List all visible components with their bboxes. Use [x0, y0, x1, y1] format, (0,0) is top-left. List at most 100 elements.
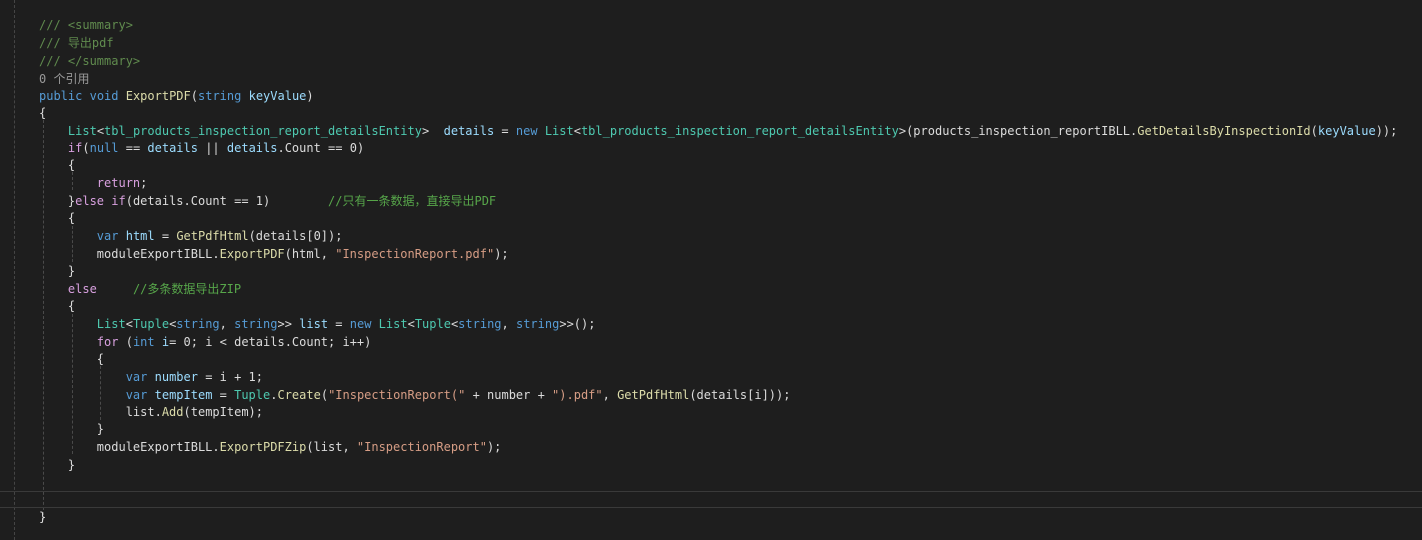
- code-line-text: return;: [39, 174, 148, 192]
- code-line[interactable]: {: [0, 104, 1422, 122]
- code-editor[interactable]: /// <summary> /// 导出pdf /// </summary> 0 个引…: [0, 0, 1422, 540]
- code-token: ;: [140, 176, 148, 190]
- code-token: var: [125, 388, 148, 402]
- code-token: "InspectionReport(": [328, 388, 466, 402]
- code-token: Tuple: [414, 317, 451, 331]
- code-line[interactable]: }: [0, 508, 1422, 526]
- code-token: else: [67, 282, 97, 296]
- code-token: Add: [161, 405, 184, 419]
- code-token: =: [328, 317, 350, 331]
- code-line[interactable]: }: [0, 456, 1422, 474]
- code-token: //多条数据导出ZIP: [132, 282, 242, 296]
- code-token: new: [515, 124, 538, 138]
- code-line-text: {: [39, 156, 75, 174]
- code-line[interactable]: moduleExportIBLL.ExportPDFZip(list, "Ins…: [0, 438, 1422, 456]
- code-line[interactable]: list.Add(tempItem);: [0, 403, 1422, 421]
- code-line[interactable]: var html = GetPdfHtml(details[0]);: [0, 227, 1422, 245]
- code-token: + number +: [465, 388, 553, 402]
- code-token: if: [111, 194, 126, 208]
- code-token: tbl_products_inspection_report_detailsEn…: [104, 124, 422, 138]
- code-line-text: {: [39, 104, 46, 122]
- code-token: if: [67, 141, 83, 155]
- code-token: void: [89, 89, 119, 103]
- code-token: );: [486, 440, 502, 454]
- code-token: Tuple: [234, 388, 271, 402]
- code-token: ));: [1375, 124, 1398, 138]
- code-token: (: [190, 89, 198, 103]
- code-line-text: {: [39, 209, 75, 227]
- code-token: GetPdfHtml: [176, 229, 249, 243]
- code-line[interactable]: /// 导出pdf: [0, 34, 1422, 52]
- code-token: }: [39, 458, 76, 472]
- code-line[interactable]: {: [0, 350, 1422, 368]
- code-token: (details[i]));: [689, 388, 791, 402]
- code-line[interactable]: List<Tuple<string, string>> list = new L…: [0, 315, 1422, 333]
- code-line-text: {: [39, 350, 104, 368]
- code-line-text: }: [39, 456, 75, 474]
- code-line[interactable]: return;: [0, 174, 1422, 192]
- code-line[interactable]: /// <summary>: [0, 16, 1422, 34]
- code-token: <: [573, 124, 581, 138]
- code-token: list: [299, 317, 329, 331]
- code-token: GetPdfHtml: [617, 388, 690, 402]
- code-line-text: /// </summary>: [39, 52, 140, 70]
- code-line[interactable]: {: [0, 297, 1422, 315]
- code-token: Tuple: [132, 317, 170, 331]
- code-token: (: [82, 141, 90, 155]
- code-line-text: list.Add(tempItem);: [39, 403, 263, 421]
- code-token: details: [226, 141, 278, 155]
- code-token: {: [39, 352, 105, 366]
- code-token: <: [125, 317, 133, 331]
- code-line[interactable]: [0, 475, 1422, 493]
- code-token: html: [125, 229, 155, 243]
- code-line[interactable]: moduleExportIBLL.ExportPDF(html, "Inspec…: [0, 245, 1422, 263]
- code-line[interactable]: }: [0, 262, 1422, 280]
- code-line[interactable]: List<tbl_products_inspection_report_deta…: [0, 122, 1422, 140]
- code-token: }: [39, 510, 47, 524]
- code-line-text: }else if(details.Count == 1) //只有一条数据，直接…: [39, 192, 496, 210]
- code-line[interactable]: for (int i= 0; i < details.Count; i++): [0, 333, 1422, 351]
- code-line[interactable]: 0 个引用: [0, 70, 1422, 88]
- code-line[interactable]: }: [0, 420, 1422, 438]
- code-token: null: [89, 141, 119, 155]
- code-line-text: var number = i + 1;: [39, 368, 263, 386]
- code-token: details: [443, 124, 495, 138]
- code-token: tbl_products_inspection_report_detailsEn…: [580, 124, 899, 138]
- code-token: <: [96, 124, 105, 138]
- code-token: >>();: [559, 317, 596, 331]
- code-line[interactable]: public void ExportPDF(string keyValue): [0, 87, 1422, 105]
- code-line-text: var html = GetPdfHtml(details[0]);: [39, 227, 343, 245]
- code-token: ,: [602, 388, 618, 402]
- code-line[interactable]: var tempItem = Tuple.Create("InspectionR…: [0, 386, 1422, 404]
- code-token: for: [96, 335, 119, 349]
- code-token: (: [118, 335, 133, 349]
- code-token: List: [378, 317, 408, 331]
- code-token: var: [125, 370, 148, 384]
- code-token: =: [154, 229, 177, 243]
- code-line[interactable]: {: [0, 156, 1422, 174]
- code-token: }: [39, 194, 76, 208]
- code-line[interactable]: var number = i + 1;: [0, 368, 1422, 386]
- code-line[interactable]: if(null == details || details.Count == 0…: [0, 139, 1422, 157]
- code-line[interactable]: /// </summary>: [0, 52, 1422, 70]
- code-token: new: [349, 317, 372, 331]
- code-line[interactable]: {: [0, 209, 1422, 227]
- code-token: );: [494, 247, 509, 261]
- code-token: keyValue: [248, 89, 307, 103]
- code-line[interactable]: else //多条数据导出ZIP: [0, 280, 1422, 298]
- code-token: (list,: [306, 440, 357, 454]
- code-token: return: [96, 176, 141, 190]
- code-token: List: [96, 317, 126, 331]
- code-line[interactable]: }else if(details.Count == 1) //只有一条数据，直接…: [0, 192, 1422, 210]
